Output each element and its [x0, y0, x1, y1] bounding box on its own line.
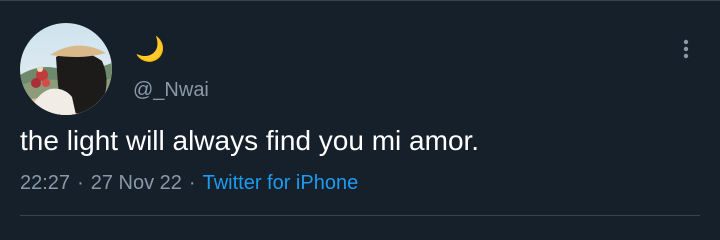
- avatar[interactable]: [20, 23, 112, 115]
- more-vertical-icon: [683, 39, 689, 64]
- tweet-time[interactable]: 22:27: [20, 172, 70, 194]
- author-display-name[interactable]: 🌙: [135, 36, 165, 64]
- meta-separator: ·: [188, 172, 196, 194]
- meta-separator: ·: [77, 172, 84, 194]
- more-options-button[interactable]: [670, 35, 702, 67]
- tweet-source-link[interactable]: Twitter for iPhone: [203, 172, 359, 194]
- author-handle[interactable]: @_Nwai: [133, 78, 209, 102]
- bottom-divider: [20, 215, 700, 216]
- tweet-meta: 22:27 · 27 Nov 22 · Twitter for iPhone: [20, 171, 358, 195]
- tweet-date[interactable]: 27 Nov 22: [91, 172, 182, 194]
- tweet-text: the light will always find you mi amor.: [20, 125, 480, 156]
- top-divider: [0, 0, 720, 1]
